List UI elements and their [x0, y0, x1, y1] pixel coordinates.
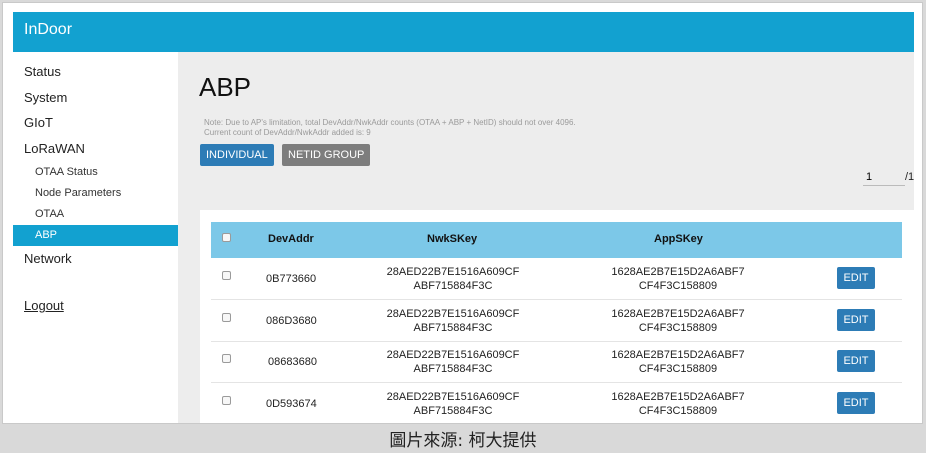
nwkskey-cell: 28AED22B7E1516A609CF ABF715884F3C: [383, 265, 523, 293]
select-all-checkbox[interactable]: [222, 233, 231, 242]
nwkskey-line-1: 28AED22B7E1516A609CF: [386, 266, 520, 278]
row-checkbox[interactable]: [222, 354, 231, 363]
column-header-devaddr: DevAddr: [268, 233, 314, 245]
nwkskey-line-2: ABF715884F3C: [413, 280, 493, 292]
table-row: 0D593674 28AED22B7E1516A609CF ABF715884F…: [211, 383, 902, 423]
sidebar-item-giot[interactable]: GIoT: [24, 115, 53, 130]
sidebar: Status System GIoT LoRaWAN OTAA Status N…: [13, 52, 178, 423]
appskey-cell: 1628AE2B7E15D2A6ABF7 CF4F3C158809: [608, 265, 748, 293]
appskey-line-1: 1628AE2B7E15D2A6ABF7: [611, 266, 745, 278]
brand-title: InDoor: [24, 21, 73, 38]
sidebar-item-node-parameters[interactable]: Node Parameters: [35, 187, 121, 199]
top-bar: InDoor: [13, 12, 914, 52]
table-header: DevAddr NwkSKey AppSKey: [211, 222, 902, 258]
page-total: /1: [905, 171, 915, 183]
devaddr-cell: 086D3680: [266, 315, 317, 327]
sidebar-item-status[interactable]: Status: [24, 64, 61, 79]
edit-button[interactable]: EDIT: [837, 267, 875, 289]
abp-table-card: DevAddr NwkSKey AppSKey 0B773660 28AED22…: [200, 210, 914, 423]
sidebar-item-lorawan[interactable]: LoRaWAN: [24, 141, 85, 156]
nwkskey-line-2: ABF715884F3C: [413, 322, 493, 334]
image-caption: 圖片來源: 柯大提供: [389, 431, 537, 451]
nwkskey-line-1: 28AED22B7E1516A609CF: [386, 349, 520, 361]
table-row: 086D3680 28AED22B7E1516A609CF ABF715884F…: [211, 300, 902, 342]
logout-link[interactable]: Logout: [24, 298, 64, 313]
nwkskey-cell: 28AED22B7E1516A609CF ABF715884F3C: [383, 390, 523, 418]
edit-button[interactable]: EDIT: [837, 392, 875, 414]
sidebar-item-network[interactable]: Network: [24, 251, 72, 266]
appskey-cell: 1628AE2B7E15D2A6ABF7 CF4F3C158809: [608, 307, 748, 335]
edit-button[interactable]: EDIT: [837, 350, 875, 372]
row-checkbox[interactable]: [222, 396, 231, 405]
appskey-line-2: CF4F3C158809: [638, 280, 718, 292]
netid-group-button[interactable]: NETID GROUP: [282, 144, 371, 166]
appskey-cell: 1628AE2B7E15D2A6ABF7 CF4F3C158809: [608, 390, 748, 418]
sidebar-item-system[interactable]: System: [24, 90, 67, 105]
nwkskey-line-2: ABF715884F3C: [413, 363, 493, 375]
limit-note: Note: Due to AP's limitation, total DevA…: [204, 118, 576, 138]
appskey-line-2: CF4F3C158809: [638, 405, 718, 417]
note-line-1: Note: Due to AP's limitation, total DevA…: [204, 118, 576, 127]
column-header-nwkskey: NwkSKey: [427, 233, 478, 245]
column-header-appskey: AppSKey: [654, 233, 703, 245]
row-checkbox[interactable]: [222, 313, 231, 322]
nwkskey-line-2: ABF715884F3C: [413, 405, 493, 417]
page-title: ABP: [199, 72, 252, 102]
appskey-line-2: CF4F3C158809: [638, 322, 718, 334]
appskey-cell: 1628AE2B7E15D2A6ABF7 CF4F3C158809: [608, 348, 748, 376]
nwkskey-cell: 28AED22B7E1516A609CF ABF715884F3C: [383, 307, 523, 335]
appskey-line-2: CF4F3C158809: [638, 363, 718, 375]
nwkskey-cell: 28AED22B7E1516A609CF ABF715884F3C: [383, 348, 523, 376]
note-line-2: Current count of DevAddr/NwkAddr added i…: [204, 128, 371, 137]
individual-button[interactable]: INDIVIDUAL: [200, 144, 274, 166]
edit-button[interactable]: EDIT: [837, 309, 875, 331]
sidebar-item-abp[interactable]: ABP: [13, 225, 178, 246]
sidebar-item-otaa-status[interactable]: OTAA Status: [35, 166, 98, 178]
table-row: 0B773660 28AED22B7E1516A609CF ABF715884F…: [211, 258, 902, 300]
main-content: ABP Note: Due to AP's limitation, total …: [178, 52, 915, 423]
devaddr-cell: 0B773660: [266, 273, 317, 285]
appskey-line-1: 1628AE2B7E15D2A6ABF7: [611, 391, 745, 403]
sidebar-item-otaa[interactable]: OTAA: [35, 208, 64, 220]
nwkskey-line-1: 28AED22B7E1516A609CF: [386, 391, 520, 403]
table-row: 08683680 28AED22B7E1516A609CF ABF715884F…: [211, 341, 902, 383]
appskey-line-1: 1628AE2B7E15D2A6ABF7: [611, 308, 745, 320]
devaddr-cell: 08683680: [268, 356, 317, 368]
appskey-line-1: 1628AE2B7E15D2A6ABF7: [611, 349, 745, 361]
nwkskey-line-1: 28AED22B7E1516A609CF: [386, 308, 520, 320]
page-number-input[interactable]: [863, 168, 905, 186]
devaddr-cell: 0D593674: [266, 398, 317, 410]
app-window: InDoor Status System GIoT LoRaWAN OTAA S…: [2, 2, 923, 424]
row-checkbox[interactable]: [222, 271, 231, 280]
